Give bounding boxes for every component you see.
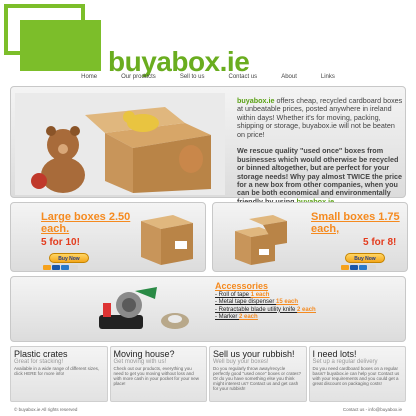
feature-title: Moving house?	[113, 349, 175, 359]
small-boxes-panel: Small boxes 1.75 each, 5 for 8! Buy Now	[212, 202, 408, 272]
large-boxes-deal: 5 for 10!	[41, 237, 80, 248]
feature-need-lots[interactable]: I need lots! Set up a regular delivery D…	[308, 346, 406, 402]
accessories-title[interactable]: Accessories	[215, 281, 268, 291]
accessories-list: - Roll of tape 1 each - Metal tape dispe…	[215, 292, 316, 321]
large-box-image	[141, 215, 193, 265]
accessory-item[interactable]: - Metal tape dispenser 15 each	[215, 299, 316, 306]
mastercard-icon	[341, 265, 349, 270]
feature-subtitle: Get moving with us!	[113, 359, 167, 365]
small-boxes-deal: 5 for 8!	[363, 237, 397, 248]
payment-cards	[43, 265, 78, 270]
feature-columns: Plastic crates Great for stacking! Avail…	[10, 346, 406, 402]
footer-contact-link[interactable]: Contact us - info@buyabox.ie	[343, 407, 402, 412]
feature-title: Plastic crates	[14, 349, 68, 359]
feature-text: Check out our products, everything you n…	[113, 366, 200, 386]
feature-plastic-crates[interactable]: Plastic crates Great for stacking! Avail…	[10, 346, 108, 402]
feature-title: Sell us your rubbish!	[213, 349, 295, 359]
small-boxes-image	[235, 215, 287, 265]
visa-icon	[350, 265, 358, 270]
hero-description: buyabox.ie offers cheap, recycled cardbo…	[237, 96, 403, 206]
feature-text: Do you need cardboard boxes on a regular…	[312, 366, 400, 386]
amex-icon	[61, 265, 69, 270]
card-icon	[368, 265, 376, 270]
nav-contact-us[interactable]: Contact us	[217, 70, 270, 84]
mastercard-icon	[43, 265, 51, 270]
tape-dispenser-image	[99, 287, 189, 329]
card-icon	[70, 265, 78, 270]
feature-title: I need lots!	[312, 349, 357, 359]
nav-links[interactable]: Links	[309, 70, 347, 84]
feature-text: Available in a wide range of different s…	[14, 366, 100, 376]
large-boxes-title[interactable]: Large boxes 2.50 each.	[41, 211, 131, 235]
feature-text: Do you regularly throw away/recycle perf…	[213, 366, 301, 391]
accessories-panel: Accessories - Roll of tape 1 each - Meta…	[10, 276, 406, 342]
feature-subtitle: Well buy your boxes!	[213, 359, 269, 365]
amex-icon	[359, 265, 367, 270]
nav-home[interactable]: Home	[69, 70, 109, 84]
payment-cards	[341, 265, 376, 270]
main-nav: Home Our products Sell to us Contact us …	[0, 70, 416, 84]
accessory-item[interactable]: - Marker 2 each	[215, 314, 316, 321]
small-boxes-title[interactable]: Small boxes 1.75 each,	[311, 211, 403, 235]
boxes-with-toys-image	[15, 93, 225, 195]
accessory-item[interactable]: - Roll of tape 1 each	[215, 292, 316, 299]
nav-about[interactable]: About	[269, 70, 309, 84]
feature-moving-house[interactable]: Moving house? Get moving with us! Check …	[109, 346, 207, 402]
accessory-item[interactable]: - Retractable blade utility knife 2 each	[215, 307, 316, 314]
hero-panel: buyabox.ie offers cheap, recycled cardbo…	[10, 86, 406, 206]
feature-subtitle: Great for stacking!	[14, 359, 64, 365]
large-boxes-panel: Large boxes 2.50 each. 5 for 10! Buy Now	[10, 202, 206, 272]
large-boxes-buy-button[interactable]: Buy Now	[49, 253, 89, 263]
logo-square-filled	[20, 20, 101, 71]
footer-copyright: © buyabox.ie All rights reserved	[14, 406, 78, 412]
visa-icon	[52, 265, 60, 270]
nav-our-products[interactable]: Our products	[109, 70, 168, 84]
nav-sell-to-us[interactable]: Sell to us	[168, 70, 217, 84]
feature-sell-rubbish[interactable]: Sell us your rubbish! Well buy your boxe…	[209, 346, 307, 402]
small-boxes-buy-button[interactable]: Buy Now	[345, 253, 385, 263]
feature-subtitle: Set up a regular delivery	[312, 359, 378, 365]
footer: © buyabox.ie All rights reserved Contact…	[10, 404, 406, 414]
